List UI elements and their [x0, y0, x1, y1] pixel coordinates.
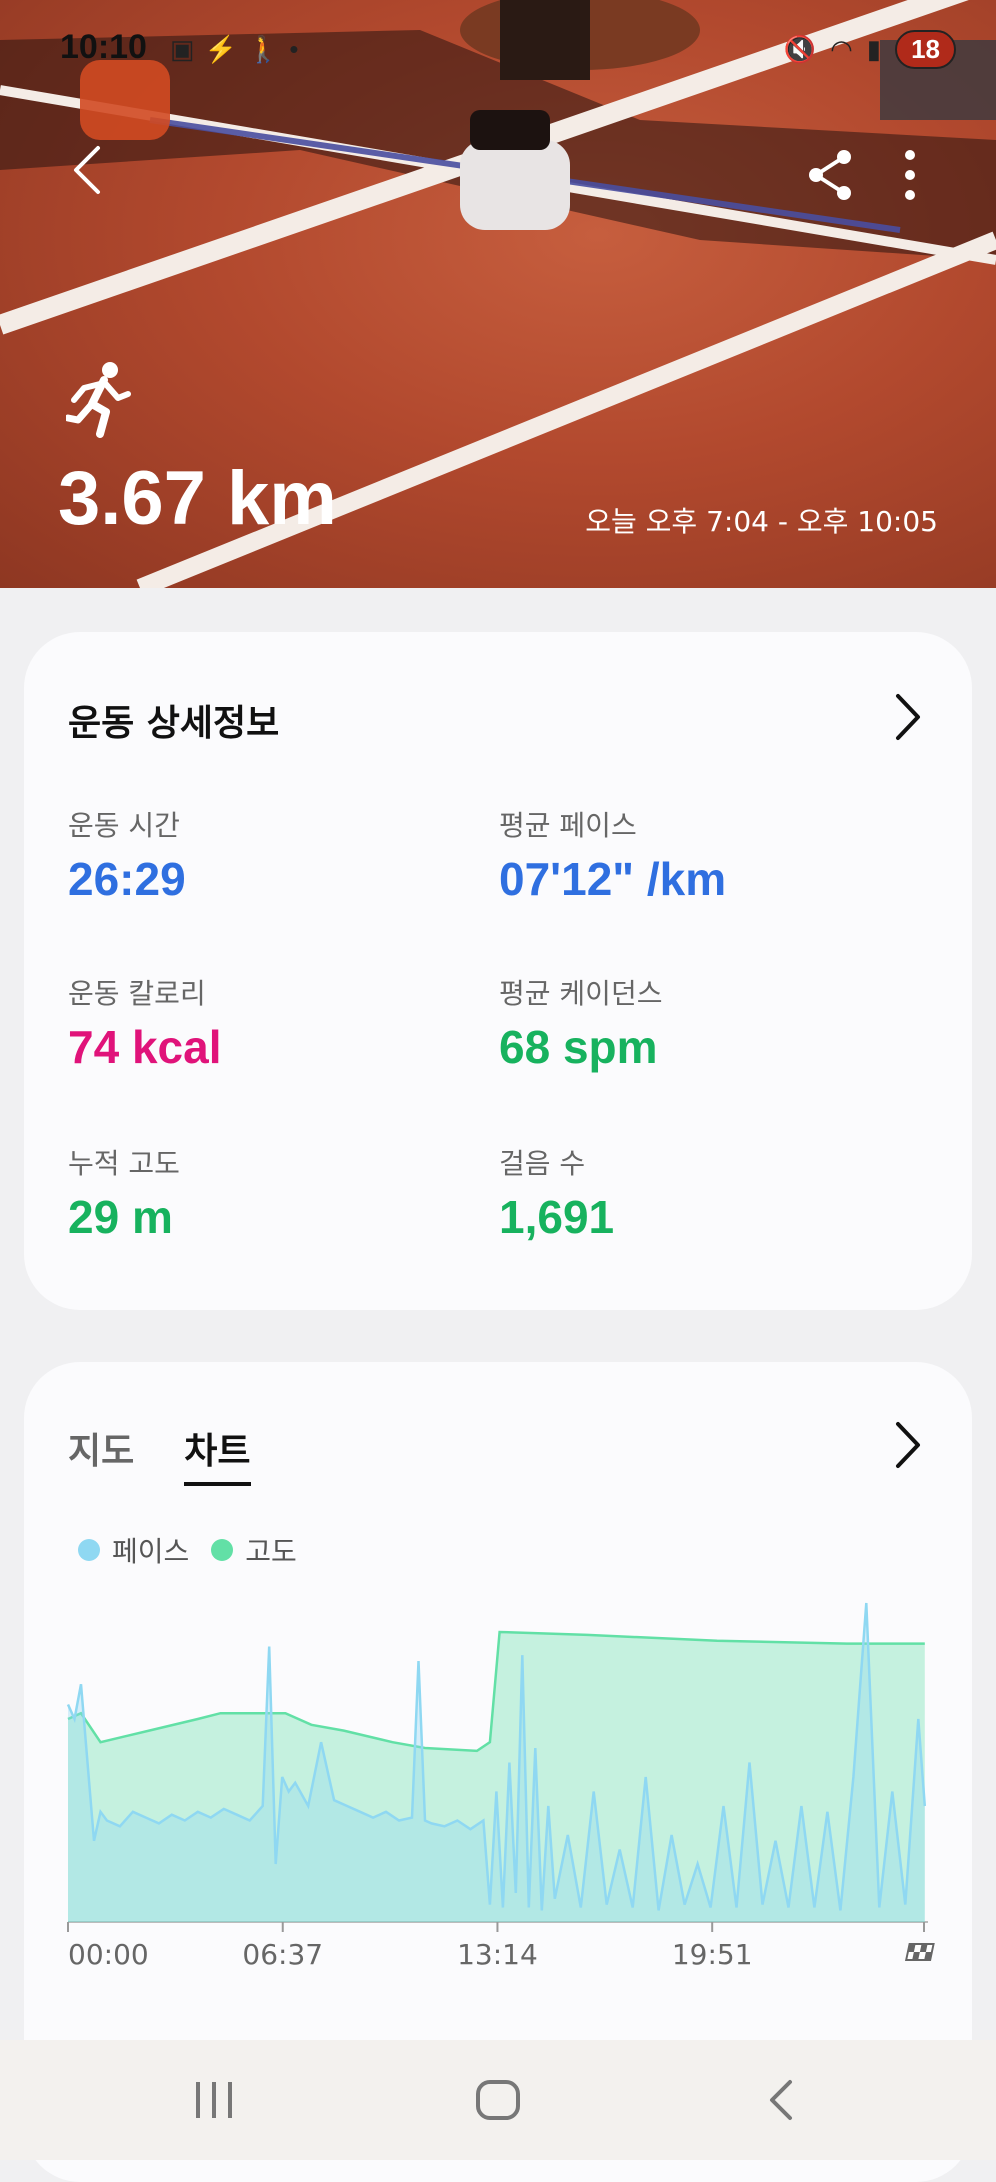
screenshot-icon: ▣ [170, 34, 205, 64]
mute-icon: 🔇 [783, 34, 817, 64]
back-arrow-icon[interactable] [60, 140, 120, 200]
more-options-icon[interactable] [880, 145, 940, 205]
workout-distance: 3.67 km [58, 456, 337, 541]
hero-banner: 10:10 ▣⚡🚶• 🔇 ◠ ▮ 18 3.67 km 오늘 오후 7:04 -… [0, 0, 996, 588]
legend-item-pace: 페이스 [78, 1530, 189, 1570]
wifi-icon: ◠ [830, 34, 853, 64]
stat-workout-time: 운동 시간 26:29 [68, 804, 186, 906]
signal-icon: ▮ [866, 34, 882, 64]
x-tick-label: 00:00 [68, 1938, 149, 1971]
workout-time-range: 오늘 오후 7:04 - 오후 10:05 [585, 505, 938, 538]
stat-label: 누적 고도 [68, 1147, 180, 1180]
chevron-right-icon[interactable] [888, 692, 928, 742]
status-bar: 10:10 ▣⚡🚶• 🔇 ◠ ▮ 18 [0, 24, 996, 76]
stat-value: 26:29 [68, 853, 186, 905]
stat-label: 운동 칼로리 [68, 977, 206, 1010]
stat-value: 68 spm [499, 1021, 658, 1073]
stat-calories: 운동 칼로리 74 kcal [68, 972, 221, 1074]
tab-map[interactable]: 지도 [68, 1422, 134, 1486]
back-icon[interactable] [752, 2070, 812, 2130]
stat-value: 1,691 [499, 1191, 615, 1243]
chart-tabs: 지도 차트 [68, 1422, 251, 1486]
tab-chart[interactable]: 차트 [184, 1422, 251, 1486]
stat-label: 걸음 수 [499, 1147, 586, 1180]
stat-value: 07'12" /km [499, 853, 727, 905]
details-title: 운동 상세정보 [68, 703, 280, 744]
stat-value: 74 kcal [68, 1021, 222, 1073]
running-app-icon: ⚡ [204, 34, 247, 64]
chevron-right-icon[interactable] [888, 1420, 928, 1470]
status-system-icons: 🔇 ◠ ▮ 18 [784, 30, 956, 69]
x-tick-label: 19:51 [672, 1938, 753, 1971]
stat-average-cadence: 평균 케이던스 68 spm [499, 972, 662, 1074]
stat-steps: 걸음 수 1,691 [499, 1142, 614, 1244]
status-time: 10:10 [60, 28, 147, 66]
legend-label: 페이스 [112, 1535, 190, 1568]
legend-dot [78, 1539, 100, 1561]
share-icon[interactable] [800, 145, 860, 205]
x-tick-label: 13:14 [457, 1938, 538, 1971]
chart-legend: 페이스 고도 [78, 1530, 297, 1570]
stat-average-pace: 평균 페이스 07'12" /km [499, 804, 726, 906]
walking-icon: 🚶 [246, 34, 290, 64]
x-tick-label: 06:37 [242, 1938, 323, 1971]
stat-label: 운동 시간 [68, 809, 180, 842]
running-icon [66, 362, 131, 438]
home-icon[interactable] [468, 2070, 528, 2130]
legend-item-elevation: 고도 [211, 1530, 297, 1570]
dot-icon: • [289, 34, 309, 64]
recent-apps-icon[interactable] [184, 2070, 244, 2130]
stat-label: 평균 페이스 [499, 809, 637, 842]
stat-value: 29 m [68, 1191, 173, 1243]
status-notification-icons: ▣⚡🚶• [170, 34, 308, 65]
stat-label: 평균 케이던스 [499, 977, 663, 1010]
legend-dot [211, 1539, 234, 1561]
legend-label: 고도 [245, 1535, 297, 1568]
navigation-bar [0, 2040, 996, 2160]
battery-icon: 18 [895, 30, 956, 69]
stat-elevation-gain: 누적 고도 29 m [68, 1142, 180, 1244]
workout-details-card[interactable]: 운동 상세정보 운동 시간 26:29 평균 페이스 07'12" /km 운동… [24, 632, 972, 1310]
finish-flag-icon [904, 1943, 935, 1961]
